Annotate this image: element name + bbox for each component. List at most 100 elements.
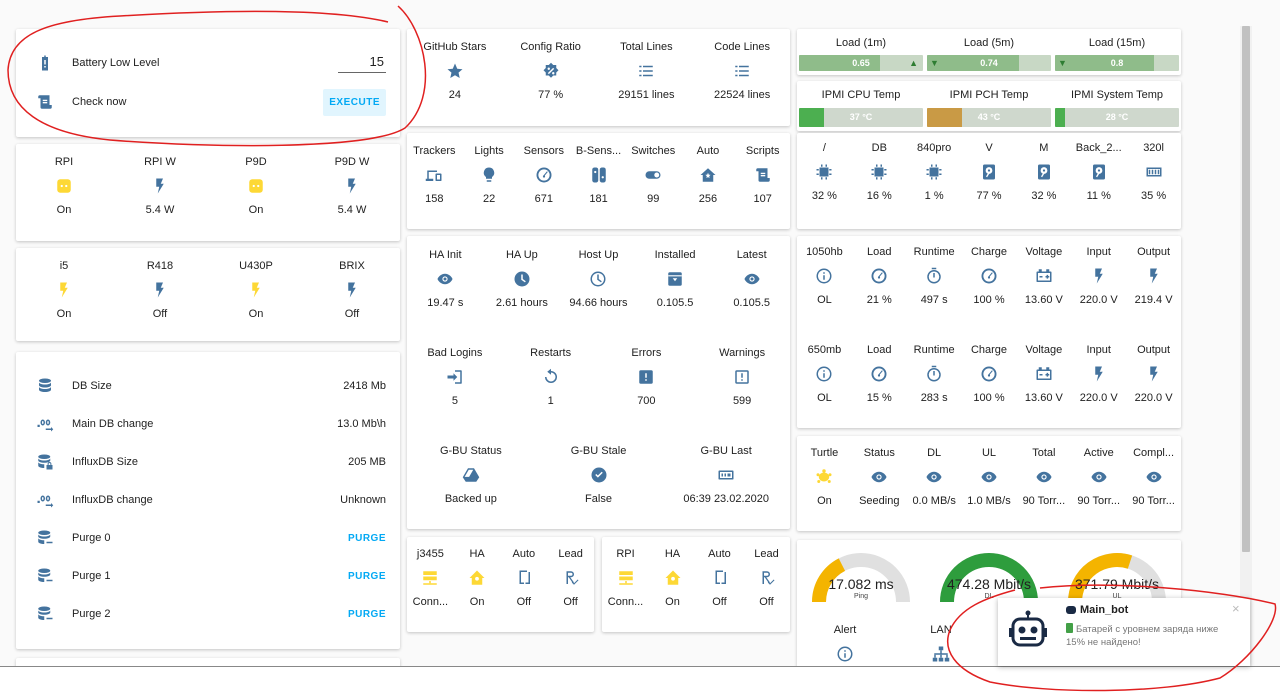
github-entity[interactable]: GitHub Stars 24 — [407, 37, 503, 105]
github-entity[interactable]: Code Lines 22524 lines — [694, 37, 790, 105]
ups2-entity[interactable]: Load 15 % — [852, 340, 907, 408]
ups2-entity[interactable]: Output 220.0 V — [1126, 340, 1181, 408]
entity-icon-wrap — [1090, 158, 1108, 186]
ups1-entity[interactable]: 1050hb OL — [797, 242, 852, 310]
ups1-entity[interactable]: Output 219.4 V — [1126, 242, 1181, 310]
ups2-entity[interactable]: Runtime 283 s — [907, 340, 962, 408]
ups1-entity[interactable]: Load 21 % — [852, 242, 907, 310]
host-j3455-entity[interactable]: Auto Off — [501, 544, 548, 612]
notification-toast[interactable]: Main_bot Батарей с уровнем заряда ниже 1… — [998, 598, 1250, 666]
page-bottom-area — [0, 667, 1280, 697]
notification-close-button[interactable]: × — [1232, 601, 1240, 616]
ha-status-entity[interactable]: Host Up 94.66 hours — [560, 245, 637, 313]
eye-icon — [743, 270, 761, 288]
counts-entity[interactable]: Lights 22 — [462, 141, 517, 209]
torrent-entity[interactable]: Total 90 Torr... — [1016, 443, 1071, 511]
disks-entity[interactable]: 320l 35 % — [1126, 138, 1181, 206]
backup-entity[interactable]: G-BU Stale False — [535, 441, 663, 509]
ups1-entity[interactable]: Voltage 13.60 V — [1016, 242, 1071, 310]
db-row-icon-wrap — [36, 377, 72, 395]
counts-entity[interactable]: Sensors 671 — [516, 141, 571, 209]
network-entity[interactable]: LAN — [893, 620, 989, 668]
outlets-entity[interactable]: P9D W 5.4 W — [304, 152, 400, 220]
outlets-entity[interactable]: RPI On — [16, 152, 112, 220]
host-j3455-entity[interactable]: Lead Off — [547, 544, 594, 612]
ha-status-entity[interactable]: Installed 0.105.5 — [637, 245, 714, 313]
torrent-entity[interactable]: Compl... 90 Torr... — [1126, 443, 1181, 511]
ups2-entity[interactable]: 650mb OL — [797, 340, 852, 408]
ups2-entity[interactable]: Charge 100 % — [962, 340, 1017, 408]
github-entity[interactable]: Config Ratio 77 % — [503, 37, 599, 105]
ha-status-entity[interactable]: HA Up 2.61 hours — [484, 245, 561, 313]
host-rpi-entity[interactable]: Auto Off — [696, 544, 743, 612]
host-j3455-entity[interactable]: HA On — [454, 544, 501, 612]
script-icon — [36, 93, 72, 111]
ups1-entity[interactable]: Runtime 497 s — [907, 242, 962, 310]
disks-entity[interactable]: V 77 % — [962, 138, 1017, 206]
ha-errors-entity[interactable]: Bad Logins 5 — [407, 343, 503, 411]
speed-gauge[interactable]: 17.082 ms Ping — [797, 550, 925, 614]
ha-errors-entity[interactable]: Restarts 1 — [503, 343, 599, 411]
github-entity[interactable]: Total Lines 29151 lines — [599, 37, 695, 105]
db-row[interactable]: Purge 1 PURGE — [16, 557, 400, 595]
host-rpi-entity[interactable]: HA On — [649, 544, 696, 612]
purge-button[interactable]: PURGE — [348, 609, 386, 620]
purge-button[interactable]: PURGE — [348, 571, 386, 582]
execute-button[interactable]: EXECUTE — [323, 88, 386, 116]
entity-name: Auto — [708, 548, 731, 560]
entity-state: 94.66 hours — [569, 297, 628, 309]
outlets-entity[interactable]: RPI W 5.4 W — [112, 152, 208, 220]
chip-icon — [870, 163, 888, 181]
ups1-entity[interactable]: Input 220.0 V — [1071, 242, 1126, 310]
gauge-value: 17.082 ms — [828, 576, 894, 592]
backup-entity[interactable]: G-BU Last 06:39 23.02.2020 — [662, 441, 790, 509]
torrent-entity[interactable]: UL 1.0 MB/s — [962, 443, 1017, 511]
servers-entity[interactable]: R418 Off — [112, 256, 208, 324]
host-rpi-entity[interactable]: RPI Conn... — [602, 544, 649, 612]
host-rpi-entity[interactable]: Lead Off — [743, 544, 790, 612]
purge-button[interactable]: PURGE — [348, 533, 386, 544]
ha-errors-entity[interactable]: Warnings 599 — [694, 343, 790, 411]
torrent-entity[interactable]: Status Seeding — [852, 443, 907, 511]
temp-bar: 43 °C — [927, 108, 1051, 127]
host-rpi-card: RPI Conn... HA On Auto Off Lead Off — [602, 537, 790, 632]
counts-entity[interactable]: Trackers 158 — [407, 141, 462, 209]
clock-outline-icon — [589, 270, 607, 288]
ups2-entity[interactable]: Voltage 13.60 V — [1016, 340, 1071, 408]
github-card: GitHub Stars 24 Config Ratio 77 % Total Line… — [407, 29, 790, 126]
load-value: 0.74 — [980, 58, 998, 68]
servers-entity[interactable]: i5 On — [16, 256, 112, 324]
db-row[interactable]: Purge 0 PURGE — [16, 519, 400, 557]
ups1-entity[interactable]: Charge 100 % — [962, 242, 1017, 310]
servers-entity[interactable]: BRIX Off — [304, 256, 400, 324]
ha-status-entity[interactable]: Latest 0.105.5 — [713, 245, 790, 313]
torrent-entity[interactable]: Turtle On — [797, 443, 852, 511]
ups2-entity[interactable]: Input 220.0 V — [1071, 340, 1126, 408]
outlets-entity[interactable]: P9D On — [208, 152, 304, 220]
entity-name: Warnings — [719, 347, 766, 359]
disks-entity[interactable]: / 32 % — [797, 138, 852, 206]
entity-state: 16 % — [866, 190, 892, 202]
torrent-entity[interactable]: DL 0.0 MB/s — [907, 443, 962, 511]
scrollbar-thumb[interactable] — [1242, 26, 1250, 552]
counts-entity[interactable]: B-Sens... 181 — [571, 141, 626, 209]
counts-entity[interactable]: Auto 256 — [681, 141, 736, 209]
counts-entity[interactable]: Switches 99 — [626, 141, 681, 209]
network-entity[interactable]: Alert — [797, 620, 893, 668]
ha-errors-entity[interactable]: Errors 700 — [599, 343, 695, 411]
counts-entity[interactable]: Scripts 107 — [735, 141, 790, 209]
battery-low-level-input[interactable]: 15 — [338, 54, 386, 73]
disks-entity[interactable]: DB 16 % — [852, 138, 907, 206]
db-row-icon-wrap — [36, 491, 72, 509]
disks-entity[interactable]: Back_2... 11 % — [1071, 138, 1126, 206]
ha-status-entity[interactable]: HA Init 19.47 s — [407, 245, 484, 313]
host-j3455-entity[interactable]: j3455 Conn... — [407, 544, 454, 612]
servers-entity[interactable]: U430P On — [208, 256, 304, 324]
db-row[interactable]: Purge 2 PURGE — [16, 595, 400, 633]
entity-icon-wrap — [754, 161, 772, 189]
battery-plus-icon — [1035, 267, 1053, 285]
torrent-entity[interactable]: Active 90 Torr... — [1071, 443, 1126, 511]
disks-entity[interactable]: M 32 % — [1016, 138, 1071, 206]
backup-entity[interactable]: G-BU Status Backed up — [407, 441, 535, 509]
disks-entity[interactable]: 840pro 1 % — [907, 138, 962, 206]
